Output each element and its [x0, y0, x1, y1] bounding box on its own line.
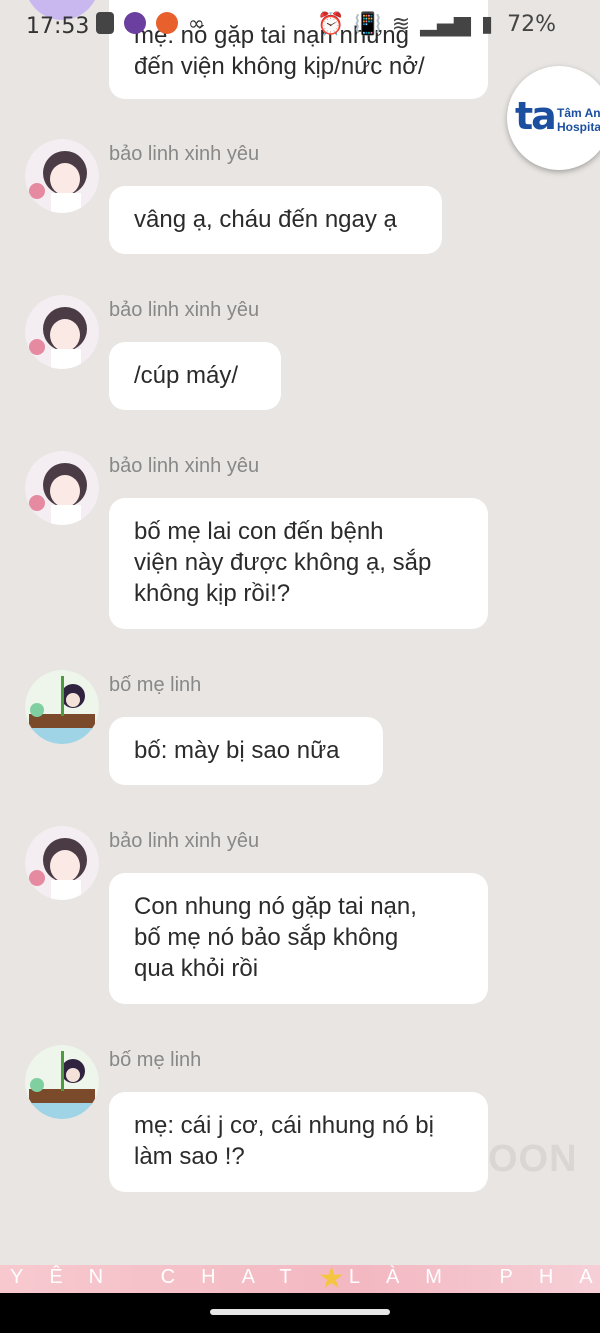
girl-avatar-icon — [25, 295, 99, 369]
message-bubble: bố: mày bị sao nữa — [109, 717, 383, 785]
battery-percent: 72% — [507, 12, 556, 37]
sender-name: bố mẹ linh — [109, 1049, 202, 1071]
shopee-icon — [156, 12, 178, 34]
watermark: OON — [488, 1138, 578, 1180]
girl-avatar-icon — [25, 451, 99, 525]
sender-name: bảo linh xinh yêu — [109, 830, 260, 852]
home-gesture-bar[interactable] — [210, 1309, 390, 1315]
floating-logo-badge[interactable]: ta Tâm Anh Hospital — [507, 66, 600, 170]
girl-avatar-icon — [25, 139, 99, 213]
avatar[interactable] — [25, 451, 99, 525]
girl-avatar-icon — [25, 826, 99, 900]
navigation-bar — [0, 1293, 600, 1333]
avatar[interactable] — [25, 139, 99, 213]
status-time: 17:53 — [26, 14, 90, 39]
message-bubble: Con nhung nó gặp tai nạn, bố mẹ nó bảo s… — [109, 873, 488, 1004]
signal-icon: ▂▄▆ — [420, 12, 471, 37]
infinity-icon: ∞ — [188, 11, 205, 35]
banner-text: YÊN CHAT LÀM PHA — [10, 1266, 600, 1288]
sender-name: bảo linh xinh yêu — [109, 143, 260, 165]
avatar[interactable] — [25, 670, 99, 744]
battery-icon: ▮ — [480, 12, 494, 37]
logo-text-line1: Tâm Anh — [557, 106, 600, 120]
sender-name: bố mẹ linh — [109, 674, 202, 696]
notification-icons: ∞ — [96, 12, 210, 34]
parents-avatar-icon — [25, 670, 99, 744]
message-bubble: mẹ: cái j cơ, cái nhung nó bị làm sao !? — [109, 1092, 488, 1192]
parents-avatar-icon — [25, 1045, 99, 1119]
app-icon — [124, 12, 146, 34]
shopping-bag-icon — [96, 12, 114, 34]
system-icons: ⏰ 📳 ≋ ▂▄▆ ▮ 72% — [317, 12, 556, 37]
message-bubble: /cúp máy/ — [109, 342, 281, 410]
status-bar: 17:53 ∞ ⏰ 📳 ≋ ▂▄▆ ▮ 72% — [0, 0, 600, 56]
message-bubble: bố mẹ lai con đến bệnh viện này được khô… — [109, 498, 488, 629]
message-bubble: vâng ạ, cháu đến ngay ạ — [109, 186, 442, 254]
sender-name: bảo linh xinh yêu — [109, 299, 260, 321]
avatar[interactable] — [25, 295, 99, 369]
logo-mark: ta — [515, 94, 557, 138]
sender-name: bảo linh xinh yêu — [109, 455, 260, 477]
star-icon: ★ — [318, 1265, 345, 1295]
avatar[interactable] — [25, 1045, 99, 1119]
wifi-icon: ≋ — [391, 12, 411, 37]
alarm-icon: ⏰ — [316, 12, 345, 37]
bottom-banner: YÊN CHAT LÀM PHA ★ — [0, 1265, 600, 1295]
avatar[interactable] — [25, 826, 99, 900]
vibrate-icon: 📳 — [354, 12, 382, 37]
logo-text-line2: Hospital — [557, 120, 600, 134]
